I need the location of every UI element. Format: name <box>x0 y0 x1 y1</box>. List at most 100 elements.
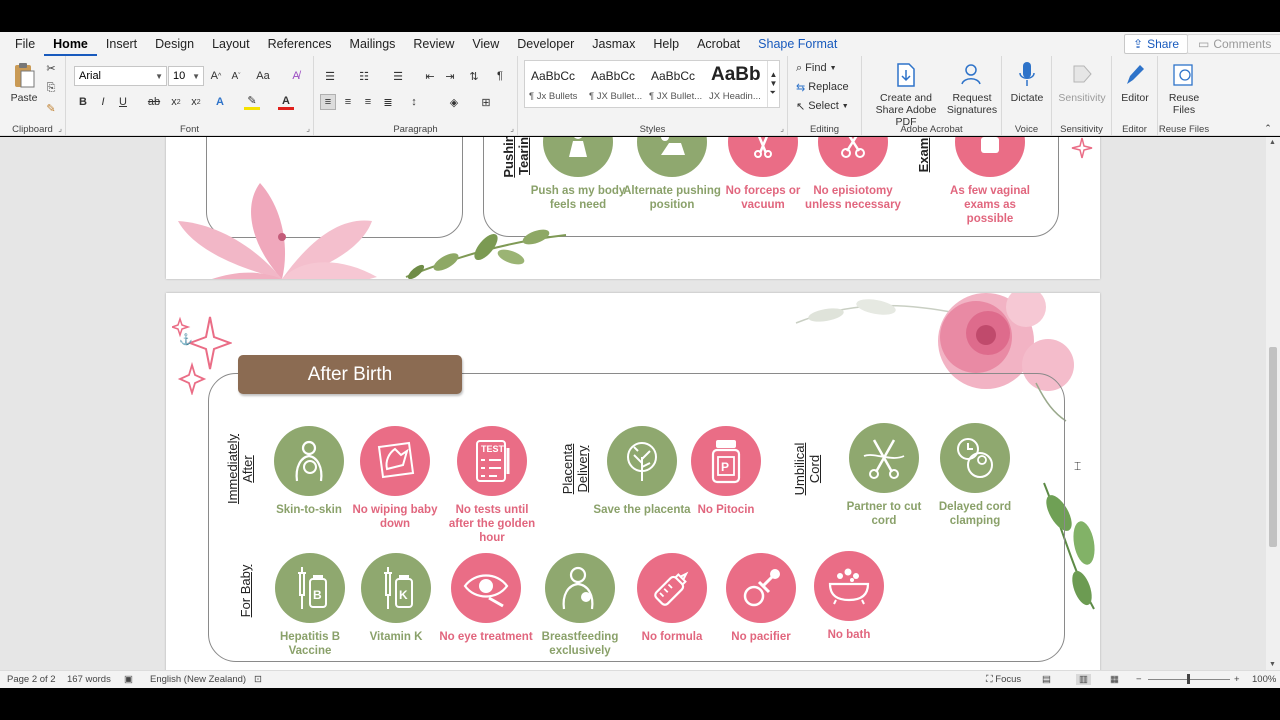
cut-icon[interactable]: ✂ <box>44 60 58 76</box>
replace-button[interactable]: ⇆ Replace <box>796 79 849 95</box>
tab-home[interactable]: Home <box>44 32 97 56</box>
increase-indent-icon[interactable]: ⇥ <box>442 68 458 84</box>
align-left-icon[interactable]: ≡ <box>320 94 336 110</box>
test-checklist-icon: TEST <box>457 426 527 496</box>
scroll-up-icon[interactable]: ▲ <box>1269 139 1276 146</box>
tab-file[interactable]: File <box>6 32 44 56</box>
sort-icon[interactable]: ⇅ <box>466 68 482 84</box>
align-right-icon[interactable]: ≡ <box>360 94 376 110</box>
print-layout-icon[interactable]: ▥ <box>1076 674 1091 685</box>
zoom-in-icon[interactable]: + <box>1234 674 1240 685</box>
underline-icon[interactable]: U <box>116 94 130 110</box>
tab-acrobat[interactable]: Acrobat <box>688 32 749 56</box>
scroll-down-icon[interactable]: ▼ <box>1269 661 1276 668</box>
comment-icon: ▭ <box>1198 37 1210 51</box>
tab-help[interactable]: Help <box>644 32 688 56</box>
preference-item-no-tests: TEST No tests until after the golden hou… <box>442 426 542 545</box>
proofing-icon[interactable]: ▣ <box>124 674 133 685</box>
superscript-icon[interactable]: x2 <box>188 94 204 110</box>
dialog-launcher-icon[interactable]: ⌟ <box>306 124 310 133</box>
highlight-icon[interactable]: ✎ <box>244 94 260 110</box>
borders-icon[interactable]: ⊞ <box>478 94 494 110</box>
vertical-scrollbar[interactable]: ▲ ▼ <box>1266 137 1280 670</box>
read-mode-icon[interactable]: ▤ <box>1042 674 1051 685</box>
tab-shape-format[interactable]: Shape Format <box>749 32 846 56</box>
numbering-icon[interactable]: ☷ <box>354 68 374 84</box>
bullets-icon[interactable]: ☰ <box>320 68 340 84</box>
select-button[interactable]: ↖ Select ▼ <box>796 98 849 114</box>
zoom-slider-thumb[interactable] <box>1187 674 1190 684</box>
request-signatures-button[interactable]: Request Signatures <box>944 60 1000 116</box>
style-jx-bullet-3[interactable]: AaBbCc ¶ JX Bullet... <box>647 63 707 107</box>
focus-button[interactable]: ⛶ Focus <box>986 674 1021 685</box>
tab-references[interactable]: References <box>259 32 341 56</box>
bold-icon[interactable]: B <box>76 94 90 110</box>
change-case-icon[interactable]: Aa <box>252 68 274 84</box>
anchor-icon[interactable]: ⚓ <box>179 333 193 346</box>
language[interactable]: English (New Zealand) <box>150 674 246 685</box>
share-icon: ⇪ <box>1133 37 1144 51</box>
share-button[interactable]: ⇪ Share <box>1124 34 1189 54</box>
accessibility-icon[interactable]: ⊡ <box>254 674 262 685</box>
dictate-button[interactable]: Dictate <box>1006 60 1048 104</box>
collapse-ribbon-icon[interactable]: ⌃ <box>1262 122 1274 134</box>
clear-formatting-icon[interactable]: A̸ <box>288 68 304 84</box>
tab-jasmax[interactable]: Jasmax <box>583 32 644 56</box>
justify-icon[interactable]: ≣ <box>380 94 396 110</box>
decrease-indent-icon[interactable]: ⇤ <box>422 68 438 84</box>
find-button[interactable]: ⌕ Find ▼ <box>796 60 837 76</box>
page-count[interactable]: Page 2 of 2 <box>7 674 56 685</box>
line-spacing-icon[interactable]: ↕ <box>406 94 422 110</box>
dialog-launcher-icon[interactable]: ⌟ <box>780 124 784 133</box>
tab-review[interactable]: Review <box>404 32 463 56</box>
preference-item-partner-cut-cord: Partner to cut cord <box>834 423 934 528</box>
comments-button[interactable]: ▭ Comments <box>1187 34 1280 54</box>
create-pdf-button[interactable]: Create and Share Adobe PDF <box>866 60 946 128</box>
dialog-launcher-icon[interactable]: ⌟ <box>58 124 62 133</box>
format-painter-icon[interactable]: ✎ <box>44 100 58 116</box>
zoom-level[interactable]: 100% <box>1252 674 1276 685</box>
style-jx-bullet-2[interactable]: AaBbCc ¶ JX Bullet... <box>587 63 647 107</box>
shading-icon[interactable]: ◈ <box>446 94 462 110</box>
sparkle-decoration <box>1071 137 1093 159</box>
text-effects-icon[interactable]: A <box>212 94 228 110</box>
tab-layout[interactable]: Layout <box>203 32 259 56</box>
style-jx-bullets[interactable]: AaBbCc ¶ Jx Bullets <box>527 63 587 107</box>
tab-view[interactable]: View <box>463 32 508 56</box>
align-center-icon[interactable]: ≡ <box>340 94 356 110</box>
editing-group: ⌕ Find ▼ ⇆ Replace ↖ Select ▼ Editing <box>788 56 862 136</box>
dialog-launcher-icon[interactable]: ⌟ <box>510 124 514 133</box>
strikethrough-icon[interactable]: ab <box>146 94 162 110</box>
birth-preference-item: Alternate pushing position <box>622 137 722 212</box>
font-size-combo[interactable]: 10 ▼ <box>168 66 204 86</box>
copy-icon[interactable]: ⎘ <box>44 80 58 96</box>
font-color-icon[interactable]: A <box>278 94 294 110</box>
zoom-out-icon[interactable]: − <box>1136 674 1142 685</box>
tab-mailings[interactable]: Mailings <box>341 32 405 56</box>
scissors-icon <box>818 137 888 177</box>
tab-insert[interactable]: Insert <box>97 32 146 56</box>
page-1: Pushing Tearing Exam Push as my body fee… <box>166 137 1100 279</box>
font-name-combo[interactable]: Arial ▼ <box>74 66 167 86</box>
show-formatting-icon[interactable]: ¶ <box>492 68 508 84</box>
styles-scroll-icon[interactable]: ▲ ▼ ⏷ <box>767 61 779 107</box>
italic-icon[interactable]: I <box>96 94 110 110</box>
multilevel-list-icon[interactable]: ☰ <box>388 68 408 84</box>
tag-icon <box>1068 60 1096 90</box>
tab-developer[interactable]: Developer <box>508 32 583 56</box>
shrink-font-icon[interactable]: Aˇ <box>228 68 244 84</box>
tab-design[interactable]: Design <box>146 32 203 56</box>
grow-font-icon[interactable]: A ^ <box>208 68 224 84</box>
word-count[interactable]: 167 words <box>67 674 111 685</box>
subscript-icon[interactable]: x2 <box>168 94 184 110</box>
reuse-files-button[interactable]: Reuse Files <box>1160 60 1208 116</box>
scrollbar-thumb[interactable] <box>1269 347 1277 547</box>
leaf-sprig-illustration <box>405 229 567 279</box>
web-layout-icon[interactable]: ▦ <box>1110 674 1119 685</box>
editor-button[interactable]: Editor <box>1114 60 1156 104</box>
sensitivity-button[interactable]: Sensitivity <box>1054 60 1110 104</box>
paste-button[interactable]: Paste <box>6 60 42 104</box>
style-jx-heading[interactable]: AaBb JX Headin... <box>707 63 767 107</box>
paragraph-group: ☰ ☷ ☰ ⇤ ⇥ ⇅ ¶ ≡ ≡ ≡ ≣ ↕ ◈ ⊞ Paragraph ⌟ <box>314 56 518 136</box>
editor-pen-icon <box>1121 60 1149 90</box>
